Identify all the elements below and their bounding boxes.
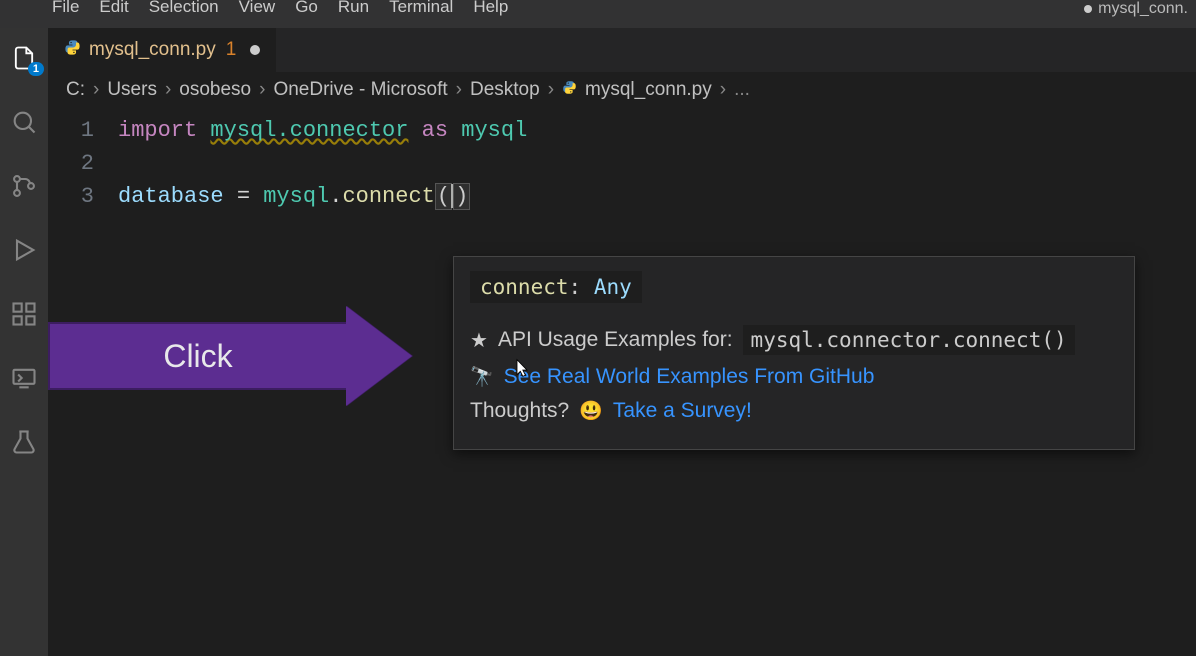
api-usage-row: ★ API Usage Examples for: mysql.connecto… [470, 325, 1118, 355]
signature-line: connect: Any [470, 271, 642, 303]
line-number: 1 [48, 114, 94, 147]
chevron-right-icon: › [165, 79, 171, 101]
tab-bar: mysql_conn.py 1 [48, 28, 1196, 72]
menu-selection[interactable]: Selection [139, 0, 229, 14]
api-usage-label: API Usage Examples for: [498, 328, 733, 352]
line-number: 2 [48, 147, 94, 180]
code-line[interactable]: import mysql.connector as mysql [118, 114, 1196, 147]
search-icon[interactable] [10, 108, 38, 136]
github-examples-link[interactable]: See Real World Examples From GitHub [504, 365, 875, 389]
smile-icon: 😃 [579, 399, 603, 423]
api-usage-code: mysql.connector.connect() [743, 325, 1075, 355]
python-file-icon [64, 39, 81, 61]
crumb-trailing[interactable]: ... [734, 79, 750, 101]
explorer-icon[interactable]: 1 [10, 44, 38, 72]
tab-mysql-conn[interactable]: mysql_conn.py 1 [48, 28, 277, 72]
take-survey-link[interactable]: Take a Survey! [613, 399, 752, 423]
window-title: mysql_conn. [1084, 0, 1196, 18]
dirty-dot-icon [1084, 5, 1092, 13]
remote-icon[interactable] [10, 364, 38, 392]
menu-help[interactable]: Help [463, 0, 518, 14]
menu-bar: File Edit Selection View Go Run Terminal… [0, 0, 1196, 28]
menu-terminal[interactable]: Terminal [379, 0, 463, 14]
signature-name: connect [480, 275, 569, 299]
crumb-osobeso[interactable]: osobeso [179, 79, 251, 101]
intellisense-hover: connect: Any ★ API Usage Examples for: m… [453, 256, 1135, 450]
explorer-badge: 1 [28, 62, 44, 76]
menu-run[interactable]: Run [328, 0, 379, 14]
crumb-file[interactable]: mysql_conn.py [585, 79, 712, 101]
crumb-c[interactable]: C: [66, 79, 85, 101]
crumb-onedrive[interactable]: OneDrive - Microsoft [273, 79, 447, 101]
tab-filename: mysql_conn.py [89, 39, 216, 61]
menu-go[interactable]: Go [285, 0, 328, 14]
python-file-icon [562, 80, 577, 100]
breadcrumb[interactable]: C: › Users › osobeso › OneDrive - Micros… [48, 72, 1196, 108]
code-line[interactable]: database = mysql.connect() [118, 180, 1196, 213]
telescope-icon: 🔭 [470, 365, 494, 389]
code-area[interactable]: import mysql.connector as mysql database… [118, 114, 1196, 213]
testing-icon[interactable] [10, 428, 38, 456]
chevron-right-icon: › [456, 79, 462, 101]
line-number-gutter: 1 2 3 [48, 114, 118, 213]
thoughts-label: Thoughts? [470, 399, 569, 423]
crumb-users[interactable]: Users [107, 79, 157, 101]
chevron-right-icon: › [720, 79, 726, 101]
code-editor[interactable]: 1 2 3 import mysql.connector as mysql da… [48, 108, 1196, 213]
crumb-desktop[interactable]: Desktop [470, 79, 540, 101]
line-number: 3 [48, 180, 94, 213]
editor-group: mysql_conn.py 1 C: › Users › osobeso › O… [48, 28, 1196, 656]
tab-dirty-icon [250, 45, 260, 55]
run-debug-icon[interactable] [10, 236, 38, 264]
extensions-icon[interactable] [10, 300, 38, 328]
activity-bar: 1 [0, 28, 48, 656]
chevron-right-icon: › [93, 79, 99, 101]
menu-file[interactable]: File [42, 0, 89, 14]
signature-type: Any [594, 275, 632, 299]
star-icon: ★ [470, 328, 488, 353]
code-line[interactable] [118, 147, 1196, 180]
title-filename: mysql_conn. [1098, 0, 1188, 18]
source-control-icon[interactable] [10, 172, 38, 200]
survey-row: Thoughts? 😃 Take a Survey! [470, 399, 1118, 423]
chevron-right-icon: › [259, 79, 265, 101]
menu-view[interactable]: View [229, 0, 286, 14]
github-examples-row: 🔭 See Real World Examples From GitHub [470, 365, 1118, 389]
menu-edit[interactable]: Edit [89, 0, 138, 14]
tab-problem-count: 1 [226, 39, 237, 61]
chevron-right-icon: › [548, 79, 554, 101]
